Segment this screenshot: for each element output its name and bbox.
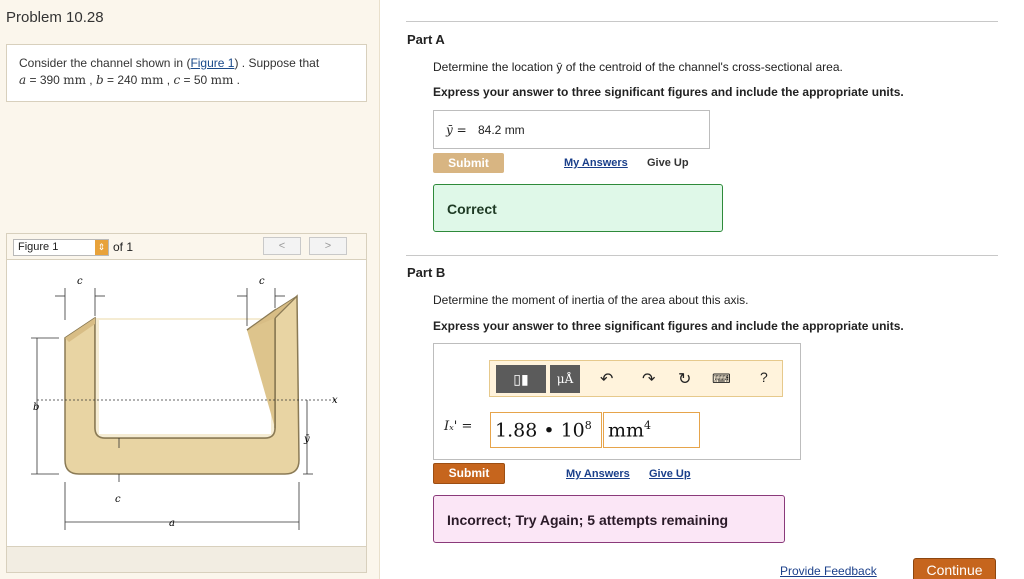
- figure-select-label: Figure 1: [18, 241, 59, 253]
- part-b-submit-button[interactable]: Submit: [433, 463, 505, 484]
- next-figure-button[interactable]: >: [309, 237, 347, 255]
- select-arrows-icon: ⇕: [95, 240, 108, 255]
- reset-icon[interactable]: ↻: [678, 369, 691, 389]
- undo-icon[interactable]: ↶: [600, 369, 613, 389]
- part-a-instruction: Express your answer to three significant…: [433, 85, 904, 99]
- part-a-give-up-link[interactable]: Give Up: [647, 157, 689, 169]
- provide-feedback-link[interactable]: Provide Feedback: [780, 564, 877, 578]
- continue-button[interactable]: Continue: [913, 558, 996, 579]
- help-button[interactable]: ?: [760, 369, 768, 385]
- keyboard-icon[interactable]: ⌨: [712, 371, 731, 387]
- part-b-result-incorrect: Incorrect; Try Again; 5 attempts remaini…: [433, 495, 785, 543]
- part-b-answer-box: ▯▮ μÅ ↶ ↷ ↻ ⌨ ? Iₓ' = 1.88 • 108 mm4: [433, 343, 801, 460]
- templates-button[interactable]: ▯▮: [496, 365, 546, 393]
- channel-diagram: c c b x ȳ c a: [31, 276, 338, 530]
- part-b-question: Determine the moment of inertia of the a…: [433, 293, 749, 307]
- dim-label-a: a: [169, 518, 175, 529]
- redo-icon[interactable]: ↷: [642, 369, 655, 389]
- dim-label-c-right: c: [259, 276, 265, 287]
- units-button[interactable]: μÅ: [550, 365, 580, 393]
- part-b-result-text: Incorrect; Try Again; 5 attempts remaini…: [447, 512, 729, 528]
- param-a-eq: = 390: [26, 73, 64, 87]
- param-a-unit: mm: [63, 73, 86, 87]
- param-c-unit: mm: [210, 73, 234, 87]
- part-a-result-correct: Correct: [433, 184, 723, 232]
- param-c-eq: = 50: [180, 73, 211, 87]
- figure-count: of 1: [113, 240, 134, 254]
- problem-params: a = 390 mm , b = 240 mm , c = 50 mm .: [19, 73, 240, 87]
- figure-footer: [6, 547, 367, 573]
- part-a-submit-button[interactable]: Submit: [433, 153, 504, 173]
- part-a-answer-value: 84.2 mm: [478, 123, 525, 137]
- divider-top: [406, 21, 998, 22]
- dim-label-ybar: ȳ: [303, 434, 310, 445]
- part-b-instruction: Express your answer to three significant…: [433, 319, 904, 333]
- dim-label-c-left: c: [77, 276, 83, 287]
- figure-link[interactable]: Figure 1: [190, 56, 234, 70]
- dim-label-c-bottom: c: [115, 494, 121, 505]
- param-b-var: b: [95, 73, 104, 87]
- value-exponent: 8: [584, 419, 592, 432]
- prev-figure-button[interactable]: <: [263, 237, 301, 255]
- value-base: 1.88 • 10: [495, 419, 585, 442]
- part-b-unit-input[interactable]: mm4: [603, 412, 700, 448]
- problem-panel: Problem 10.28 Consider the channel shown…: [0, 0, 380, 579]
- param-b-unit: mm: [140, 73, 164, 87]
- axis-label-x: x: [332, 395, 338, 406]
- divider-middle: [406, 255, 998, 256]
- problem-text-post: ) . Suppose that: [234, 56, 320, 70]
- part-b-my-answers-link[interactable]: My Answers: [566, 468, 630, 480]
- problem-statement: Consider the channel shown in (Figure 1)…: [6, 44, 367, 102]
- part-a-my-answers-link[interactable]: My Answers: [564, 157, 628, 169]
- figure-area: c c b x ȳ c a: [6, 259, 367, 547]
- figure-toolbar: Figure 1 ⇕ of 1 < >: [6, 233, 367, 260]
- part-a-title: Part A: [407, 32, 445, 47]
- part-b-title: Part B: [407, 265, 446, 280]
- dim-label-b: b: [33, 402, 39, 413]
- problem-title: Problem 10.28: [6, 9, 104, 26]
- part-a-answer-label: ȳ =: [446, 123, 467, 137]
- part-b-answer-label: Iₓ' =: [444, 419, 473, 434]
- param-b-eq: = 240: [103, 73, 141, 87]
- figure-select[interactable]: Figure 1 ⇕: [13, 239, 109, 256]
- unit-exponent: 4: [644, 419, 652, 432]
- math-toolbar: ▯▮ μÅ ↶ ↷ ↻ ⌨ ?: [489, 360, 783, 397]
- part-a-answer-box: ȳ = 84.2 mm: [433, 110, 710, 149]
- part-b-give-up-link[interactable]: Give Up: [649, 468, 691, 480]
- part-b-value-input[interactable]: 1.88 • 108: [490, 412, 602, 448]
- unit-base: mm: [608, 419, 645, 442]
- part-a-question: Determine the location ȳ of the centroid…: [433, 60, 843, 74]
- part-a-result-text: Correct: [447, 201, 497, 217]
- problem-text-pre: Consider the channel shown in (: [19, 56, 191, 70]
